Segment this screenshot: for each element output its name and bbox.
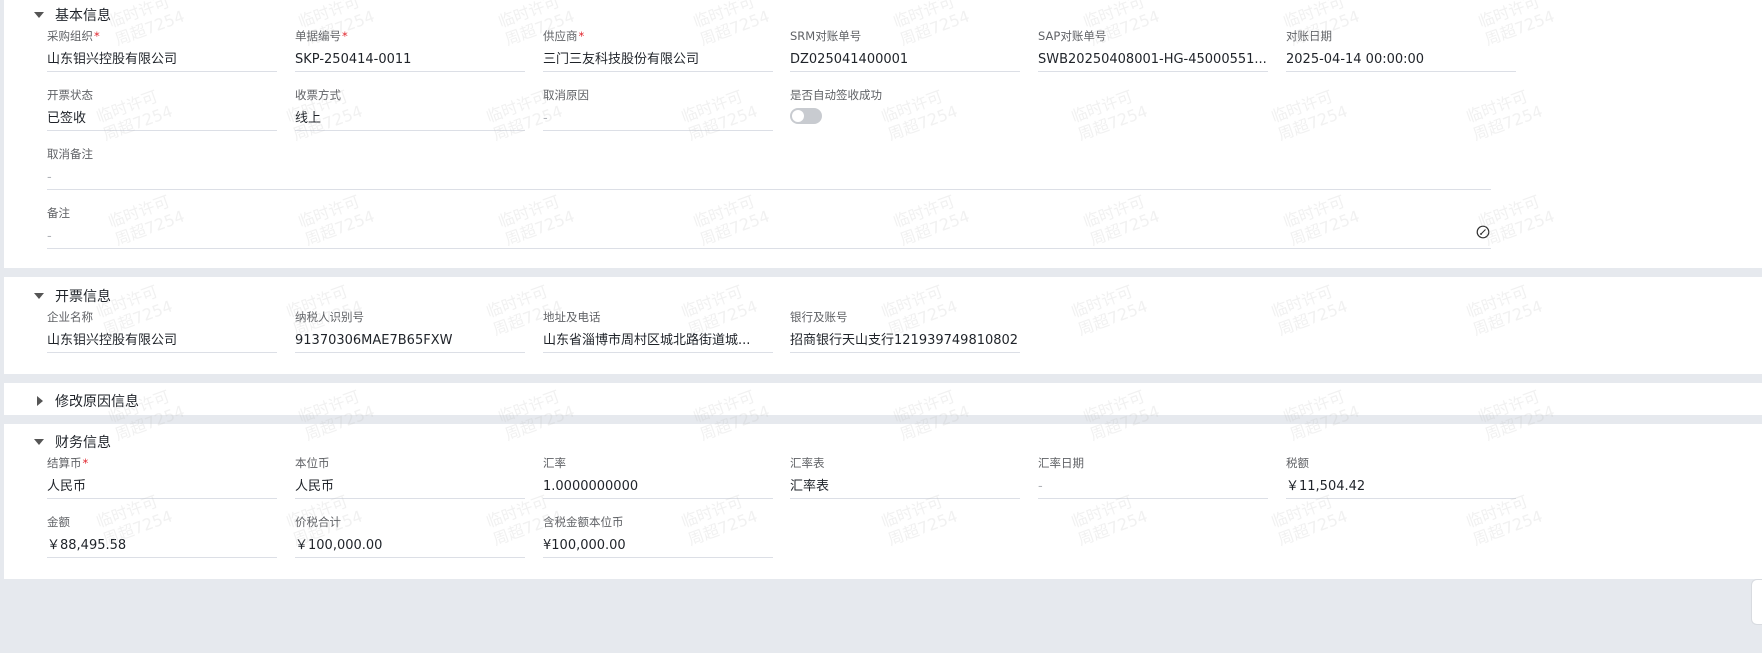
field-doc-no: 单据编号* SKP-250414-0011 xyxy=(295,28,525,72)
field-value[interactable]: 山东省淄博市周村区城北路街道城... xyxy=(543,330,773,353)
field-sap-no: SAP对账单号 SWB20250408001-HG-45000551... xyxy=(1038,28,1268,72)
field-label: 汇率表 xyxy=(790,456,825,470)
section-header-finance-info[interactable]: 财务信息 xyxy=(34,432,111,452)
field-label: 是否自动签收成功 xyxy=(790,88,882,102)
field-value[interactable]: - xyxy=(543,108,773,131)
field-recon-date: 对账日期 2025-04-14 00:00:00 xyxy=(1286,28,1516,72)
field-value[interactable]: ¥100,000.00 xyxy=(543,535,773,558)
section-header-invoice-info[interactable]: 开票信息 xyxy=(34,286,111,306)
field-label: SRM对账单号 xyxy=(790,29,862,43)
field-value[interactable]: 线上 xyxy=(295,108,525,131)
caret-down-icon xyxy=(34,293,44,299)
field-label: 本位币 xyxy=(295,456,330,470)
field-label: 企业名称 xyxy=(47,310,93,324)
field-company: 企业名称 山东钼兴控股有限公司 xyxy=(47,309,277,353)
section-title: 财务信息 xyxy=(55,435,111,451)
field-label: 开票状态 xyxy=(47,88,93,102)
section-title: 基本信息 xyxy=(55,8,111,24)
field-label: 纳税人识别号 xyxy=(295,310,364,324)
field-label: 对账日期 xyxy=(1286,29,1332,43)
field-total-local: 含税金额本位币 ¥100,000.00 xyxy=(543,514,773,558)
field-value[interactable]: DZ025041400001 xyxy=(790,49,1020,72)
required-mark: * xyxy=(94,29,100,43)
panel-modify-reason: 修改原因信息 xyxy=(4,383,1762,415)
field-label: 地址及电话 xyxy=(543,310,601,324)
caret-down-icon xyxy=(34,12,44,18)
field-value[interactable]: 2025-04-14 00:00:00 xyxy=(1286,49,1516,72)
section-title: 开票信息 xyxy=(55,289,111,305)
field-value[interactable]: SKP-250414-0011 xyxy=(295,49,525,72)
panel-basic-info: 基本信息 采购组织* 山东钼兴控股有限公司 单据编号* SKP-250414-0… xyxy=(4,0,1762,268)
required-mark: * xyxy=(342,29,348,43)
caret-down-icon xyxy=(34,439,44,445)
field-label: 汇率日期 xyxy=(1038,456,1084,470)
field-srm-no: SRM对账单号 DZ025041400001 xyxy=(790,28,1020,72)
required-mark: * xyxy=(82,456,89,470)
field-value[interactable]: - xyxy=(47,226,1491,249)
field-currency: 结算币* 人民币 xyxy=(47,455,277,499)
section-header-modify-reason[interactable]: 修改原因信息 xyxy=(34,391,139,411)
field-address: 地址及电话 山东省淄博市周村区城北路街道城... xyxy=(543,309,773,353)
field-label: 税额 xyxy=(1286,456,1309,470)
field-label: 银行及账号 xyxy=(790,310,848,324)
side-scroll-handle[interactable] xyxy=(1751,579,1762,625)
field-value[interactable]: 人民币 xyxy=(47,476,277,499)
field-label: 价税合计 xyxy=(295,515,341,529)
field-label: 收票方式 xyxy=(295,88,341,102)
field-label: 备注 xyxy=(47,206,70,220)
field-tax: 税额 ￥11,504.42 xyxy=(1286,455,1516,499)
section-header-basic-info[interactable]: 基本信息 xyxy=(34,5,111,25)
auto-sign-toggle[interactable] xyxy=(790,108,822,124)
field-label: SAP对账单号 xyxy=(1038,29,1107,43)
field-value[interactable]: 三门三友科技股份有限公司 xyxy=(543,49,773,72)
field-label: 汇率 xyxy=(543,456,566,470)
field-value[interactable]: - xyxy=(47,167,1491,190)
field-total: 价税合计 ￥100,000.00 xyxy=(295,514,525,558)
field-label: 取消原因 xyxy=(543,88,589,102)
field-receipt-method: 收票方式 线上 xyxy=(295,87,525,131)
required-mark: * xyxy=(578,29,585,43)
panel-finance-info: 财务信息 结算币* 人民币 本位币 人民币 汇率 1.0000000000 汇率… xyxy=(4,424,1762,579)
field-value[interactable]: 招商银行天山支行121939749810802 xyxy=(790,330,1020,353)
edit-circle-icon[interactable] xyxy=(1476,225,1490,239)
field-value[interactable]: SWB20250408001-HG-45000551... xyxy=(1038,49,1268,72)
field-supplier: 供应商* 三门三友科技股份有限公司 xyxy=(543,28,773,72)
field-value[interactable]: ￥11,504.42 xyxy=(1286,476,1516,499)
field-local-currency: 本位币 人民币 xyxy=(295,455,525,499)
field-bank: 银行及账号 招商银行天山支行121939749810802 xyxy=(790,309,1020,353)
field-auto-sign: 是否自动签收成功 xyxy=(790,87,1020,103)
caret-right-icon xyxy=(37,396,43,406)
field-value[interactable]: 91370306MAE7B65FXW xyxy=(295,330,525,353)
field-value[interactable]: 山东钼兴控股有限公司 xyxy=(47,49,277,72)
section-title: 修改原因信息 xyxy=(55,394,139,410)
field-purchase-org: 采购组织* 山东钼兴控股有限公司 xyxy=(47,28,277,72)
field-tax-id: 纳税人识别号 91370306MAE7B65FXW xyxy=(295,309,525,353)
field-amount: 金额 ￥88,495.58 xyxy=(47,514,277,558)
field-label: 金额 xyxy=(47,515,70,529)
field-value[interactable]: 山东钼兴控股有限公司 xyxy=(47,330,277,353)
field-value[interactable]: 已签收 xyxy=(47,108,277,131)
field-cancel-remark: 取消备注 - xyxy=(47,146,1491,190)
field-label: 取消备注 xyxy=(47,147,93,161)
field-rate: 汇率 1.0000000000 xyxy=(543,455,773,499)
field-value[interactable]: ￥88,495.58 xyxy=(47,535,277,558)
field-invoice-status: 开票状态 已签收 xyxy=(47,87,277,131)
field-rate-date: 汇率日期 - xyxy=(1038,455,1268,499)
field-remark: 备注 - xyxy=(47,205,1491,249)
field-value[interactable]: - xyxy=(1038,476,1268,499)
field-rate-table: 汇率表 汇率表 xyxy=(790,455,1020,499)
field-label: 含税金额本位币 xyxy=(543,515,624,529)
field-value[interactable]: 人民币 xyxy=(295,476,525,499)
field-value[interactable]: 汇率表 xyxy=(790,476,1020,499)
field-cancel-reason: 取消原因 - xyxy=(543,87,773,131)
field-value[interactable]: 1.0000000000 xyxy=(543,476,773,499)
panel-invoice-info: 开票信息 企业名称 山东钼兴控股有限公司 纳税人识别号 91370306MAE7… xyxy=(4,277,1762,374)
field-value[interactable]: ￥100,000.00 xyxy=(295,535,525,558)
